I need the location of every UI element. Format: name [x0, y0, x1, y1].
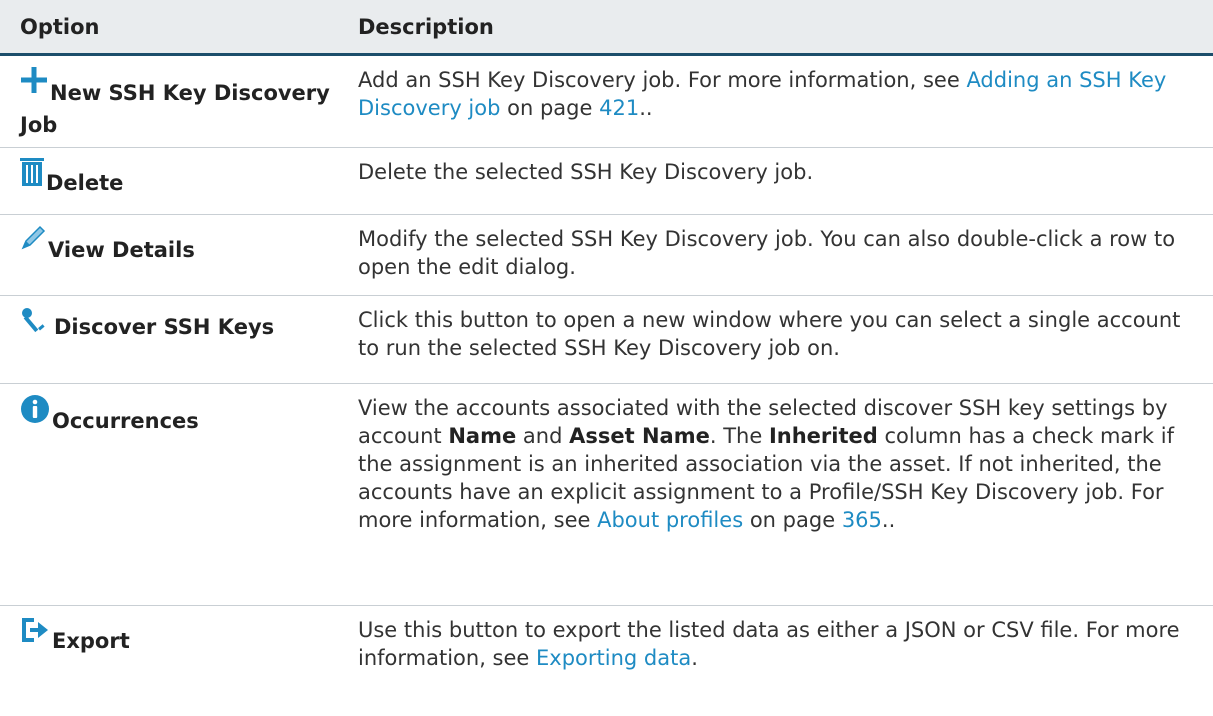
option-label: Occurrences — [52, 409, 199, 433]
options-table: Option Description New SSH Key Discovery… — [0, 0, 1213, 686]
page-link-421[interactable]: 421 — [599, 96, 639, 120]
option-label: View Details — [48, 238, 195, 262]
table-row: New SSH Key Discovery Job Add an SSH Key… — [0, 56, 1213, 148]
description-cell: View the accounts associated with the se… — [358, 396, 1174, 532]
bold-name: Name — [448, 424, 517, 448]
export-icon — [20, 616, 50, 651]
plus-icon — [20, 66, 48, 101]
description-cell: Delete the selected SSH Key Discovery jo… — [358, 160, 814, 184]
description-cell: Modify the selected SSH Key Discovery jo… — [358, 227, 1176, 279]
table-row: Discover SSH Keys Click this button to o… — [0, 296, 1213, 384]
info-icon — [20, 394, 50, 431]
option-cell: New SSH Key Discovery Job — [0, 66, 358, 147]
table-row: Export Use this button to export the lis… — [0, 606, 1213, 686]
link-about-profiles[interactable]: About profiles — [597, 508, 743, 532]
page-link-365[interactable]: 365 — [842, 508, 882, 532]
link-exporting-data[interactable]: Exporting data — [536, 646, 691, 670]
pencil-icon — [20, 225, 46, 258]
header-description: Description — [358, 14, 494, 39]
option-cell: Export — [0, 616, 358, 686]
bold-asset-name: Asset Name — [569, 424, 710, 448]
table-row: View Details Modify the selected SSH Key… — [0, 215, 1213, 296]
table-row: Delete Delete the selected SSH Key Disco… — [0, 148, 1213, 215]
description-cell: Use this button to export the listed dat… — [358, 618, 1180, 670]
option-label: New SSH Key Discovery Job — [20, 81, 330, 137]
description-cell: Click this button to open a new window w… — [358, 308, 1181, 360]
option-cell: Discover SSH Keys — [0, 306, 358, 383]
key-icon — [20, 306, 46, 341]
option-cell: Occurrences — [0, 394, 358, 605]
option-cell: View Details — [0, 225, 358, 295]
option-label: Discover SSH Keys — [54, 315, 275, 339]
bold-inherited: Inherited — [768, 424, 878, 448]
description-cell: Add an SSH Key Discovery job. For more i… — [358, 68, 1167, 120]
option-label: Export — [52, 629, 130, 653]
table-header: Option Description — [0, 0, 1213, 56]
option-cell: Delete — [0, 158, 358, 214]
option-label: Delete — [46, 171, 124, 195]
table-row: Occurrences View the accounts associated… — [0, 384, 1213, 606]
trash-icon — [20, 158, 44, 195]
header-option: Option — [20, 14, 100, 39]
